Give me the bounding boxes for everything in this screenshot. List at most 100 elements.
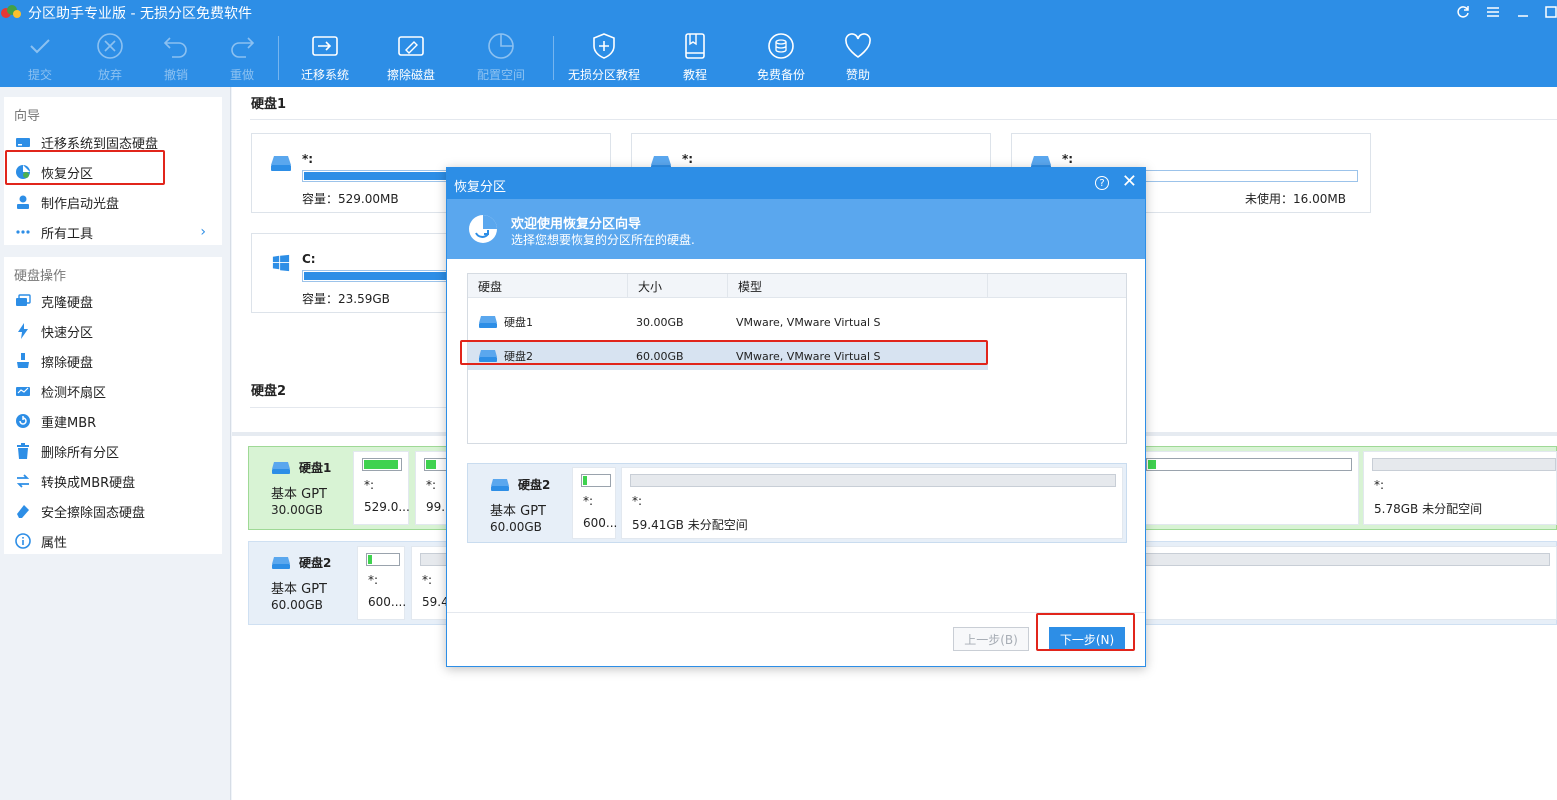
check-icon xyxy=(23,30,57,62)
discard-icon xyxy=(93,30,127,62)
tutorial-lossless-button[interactable]: 无损分区教程 xyxy=(566,30,642,84)
partition-block-unallocated[interactable]: *: 5.78GB 未分配空间 xyxy=(1363,451,1557,525)
disk-info: 硬盘2 基本 GPT 60.00GB xyxy=(271,556,332,612)
sidebar: 向导 迁移系统到固态硬盘 恢复分区 制作启动光盘 所有工具 › 硬盘操作 克隆硬… xyxy=(0,87,231,800)
migrate-ssd-icon xyxy=(14,133,32,151)
disk-icon xyxy=(272,461,290,474)
disk-icon xyxy=(479,316,497,328)
refresh-icon[interactable] xyxy=(1453,2,1473,22)
sponsor-button[interactable]: 赞助 xyxy=(838,30,878,84)
wipe-icon xyxy=(14,352,32,370)
recover-partition-icon xyxy=(14,163,32,181)
app-logo-icon xyxy=(1,5,21,18)
sidebar-item-convert-mbr[interactable]: 转换成MBR硬盘 xyxy=(14,469,135,493)
sidebar-item-rebuild-mbr[interactable]: 重建MBR xyxy=(14,409,96,433)
undo-icon xyxy=(159,30,193,62)
allocate-space-icon xyxy=(484,30,518,62)
table-row[interactable]: 硬盘1 30.00GB VMware, VMware Virtual S xyxy=(468,308,988,336)
partition-block[interactable] xyxy=(1137,451,1359,525)
dialog-subheading: 选择您想要恢复的分区所在的硬盘. xyxy=(511,233,695,247)
usage-bar xyxy=(366,553,400,566)
disk-icon xyxy=(271,156,291,171)
undo-button[interactable]: 撤销 xyxy=(156,30,196,84)
wipe-disk-button[interactable]: 擦除磁盘 xyxy=(384,30,438,84)
clone-disk-icon xyxy=(14,292,32,310)
disk-icon xyxy=(479,350,497,362)
sidebar-item-bootable-media[interactable]: 制作启动光盘 xyxy=(14,190,119,214)
title-bar: 分区助手专业版 - 无损分区免费软件 xyxy=(0,0,1557,24)
convert-icon xyxy=(14,472,32,490)
column-header-model[interactable]: 模型 xyxy=(728,274,988,298)
dialog-header: 欢迎使用恢复分区向导 选择您想要恢复的分区所在的硬盘. xyxy=(447,199,1145,259)
column-header-size[interactable]: 大小 xyxy=(628,274,728,298)
sidebar-item-migrate-ssd[interactable]: 迁移系统到固态硬盘 xyxy=(14,130,158,154)
commit-button[interactable]: 提交 xyxy=(20,30,60,84)
close-icon[interactable]: ✕ xyxy=(1122,173,1137,191)
partition-block[interactable]: *: 529.0... xyxy=(353,451,410,525)
usage-bar xyxy=(630,474,1116,487)
partition-block[interactable]: *: 600... xyxy=(572,467,617,539)
migrate-os-button[interactable]: 迁移系统 xyxy=(298,30,352,84)
maximize-icon[interactable] xyxy=(1541,2,1557,22)
partition-block[interactable]: *: 600.... xyxy=(357,546,406,620)
migrate-os-icon xyxy=(308,30,342,62)
bad-sector-icon xyxy=(14,382,32,400)
usage-bar xyxy=(581,474,611,487)
discard-button[interactable]: 放弃 xyxy=(90,30,130,84)
free-backup-button[interactable]: 免费备份 xyxy=(753,30,809,84)
rebuild-mbr-icon xyxy=(14,412,32,430)
secure-erase-icon xyxy=(14,502,32,520)
menu-icon[interactable] xyxy=(1483,2,1503,22)
dialog-footer: 上一步(B) 下一步(N) xyxy=(447,612,1145,666)
disk-icon xyxy=(491,478,509,491)
disk-info: 硬盘2 基本 GPT 60.00GB xyxy=(490,478,551,534)
allocate-space-button[interactable]: 配置空间 xyxy=(474,30,528,84)
quick-partition-icon xyxy=(14,322,32,340)
partition-block-unallocated[interactable]: *: 59.41GB 未分配空间 xyxy=(621,467,1123,539)
tutorial-button[interactable]: 教程 xyxy=(675,30,715,84)
recover-partition-icon xyxy=(469,215,497,243)
sidebar-item-all-tools[interactable]: 所有工具 › xyxy=(14,220,214,244)
sidebar-item-clone-disk[interactable]: 克隆硬盘 xyxy=(14,289,93,313)
bootable-media-icon xyxy=(14,193,32,211)
usage-bar xyxy=(1372,458,1556,471)
dialog-heading: 欢迎使用恢复分区向导 xyxy=(511,217,642,232)
shield-plus-icon xyxy=(587,30,621,62)
help-icon[interactable]: ? xyxy=(1095,176,1109,190)
top-bar: 分区助手专业版 - 无损分区免费软件 提交 放弃 撤销 重做 迁移系统 擦除磁盘… xyxy=(0,0,1557,87)
redo-button[interactable]: 重做 xyxy=(222,30,262,84)
column-header-disk[interactable]: 硬盘 xyxy=(468,274,628,298)
info-icon xyxy=(14,532,32,550)
sidebar-item-properties[interactable]: 属性 xyxy=(14,529,67,553)
disk-icon xyxy=(272,556,290,569)
divider-line xyxy=(250,119,1557,120)
sidebar-item-bad-sector[interactable]: 检测坏扇区 xyxy=(14,379,106,403)
sidebar-item-quick-partition[interactable]: 快速分区 xyxy=(14,319,93,343)
sidebar-item-wipe-disk[interactable]: 擦除硬盘 xyxy=(14,349,93,373)
sidebar-item-delete-all[interactable]: 删除所有分区 xyxy=(14,439,119,463)
dialog-title: 恢复分区 xyxy=(454,180,507,195)
toolbar: 提交 放弃 撤销 重做 迁移系统 擦除磁盘 配置空间 无损分区教程 教程 免费备… xyxy=(0,30,1557,87)
minimize-icon[interactable] xyxy=(1513,2,1533,22)
table-header: 硬盘 大小 模型 xyxy=(468,274,1126,298)
disk-ops-heading: 硬盘操作 xyxy=(14,269,67,284)
table-row-selected[interactable]: 硬盘2 60.00GB VMware, VMware Virtual S xyxy=(468,342,988,370)
delete-partitions-icon xyxy=(14,442,32,460)
next-button[interactable]: 下一步(N) xyxy=(1049,627,1125,651)
app-title: 分区助手专业版 - 无损分区免费软件 xyxy=(28,6,252,22)
usage-bar xyxy=(362,458,402,471)
sidebar-item-recover-partition[interactable]: 恢复分区 xyxy=(14,160,93,184)
disk-preview: 硬盘2 基本 GPT 60.00GB *: 600... *: 59.41GB … xyxy=(467,463,1127,543)
sidebar-item-secure-erase[interactable]: 安全擦除固态硬盘 xyxy=(14,499,145,523)
redo-icon xyxy=(225,30,259,62)
chevron-right-icon: › xyxy=(200,224,206,240)
toolbar-separator xyxy=(553,36,554,80)
more-icon xyxy=(14,223,32,241)
disk1-heading: 硬盘1 xyxy=(251,97,287,112)
recover-partition-dialog: 恢复分区 ? ✕ 欢迎使用恢复分区向导 选择您想要恢复的分区所在的硬盘. 硬盘 … xyxy=(446,167,1146,667)
disk-info: 硬盘1 基本 GPT 30.00GB xyxy=(271,461,332,517)
prev-button[interactable]: 上一步(B) xyxy=(953,627,1029,651)
dialog-title-bar[interactable]: 恢复分区 ? ✕ xyxy=(447,168,1145,199)
wizard-panel: 向导 迁移系统到固态硬盘 恢复分区 制作启动光盘 所有工具 › xyxy=(4,97,222,245)
backup-icon xyxy=(764,30,798,62)
